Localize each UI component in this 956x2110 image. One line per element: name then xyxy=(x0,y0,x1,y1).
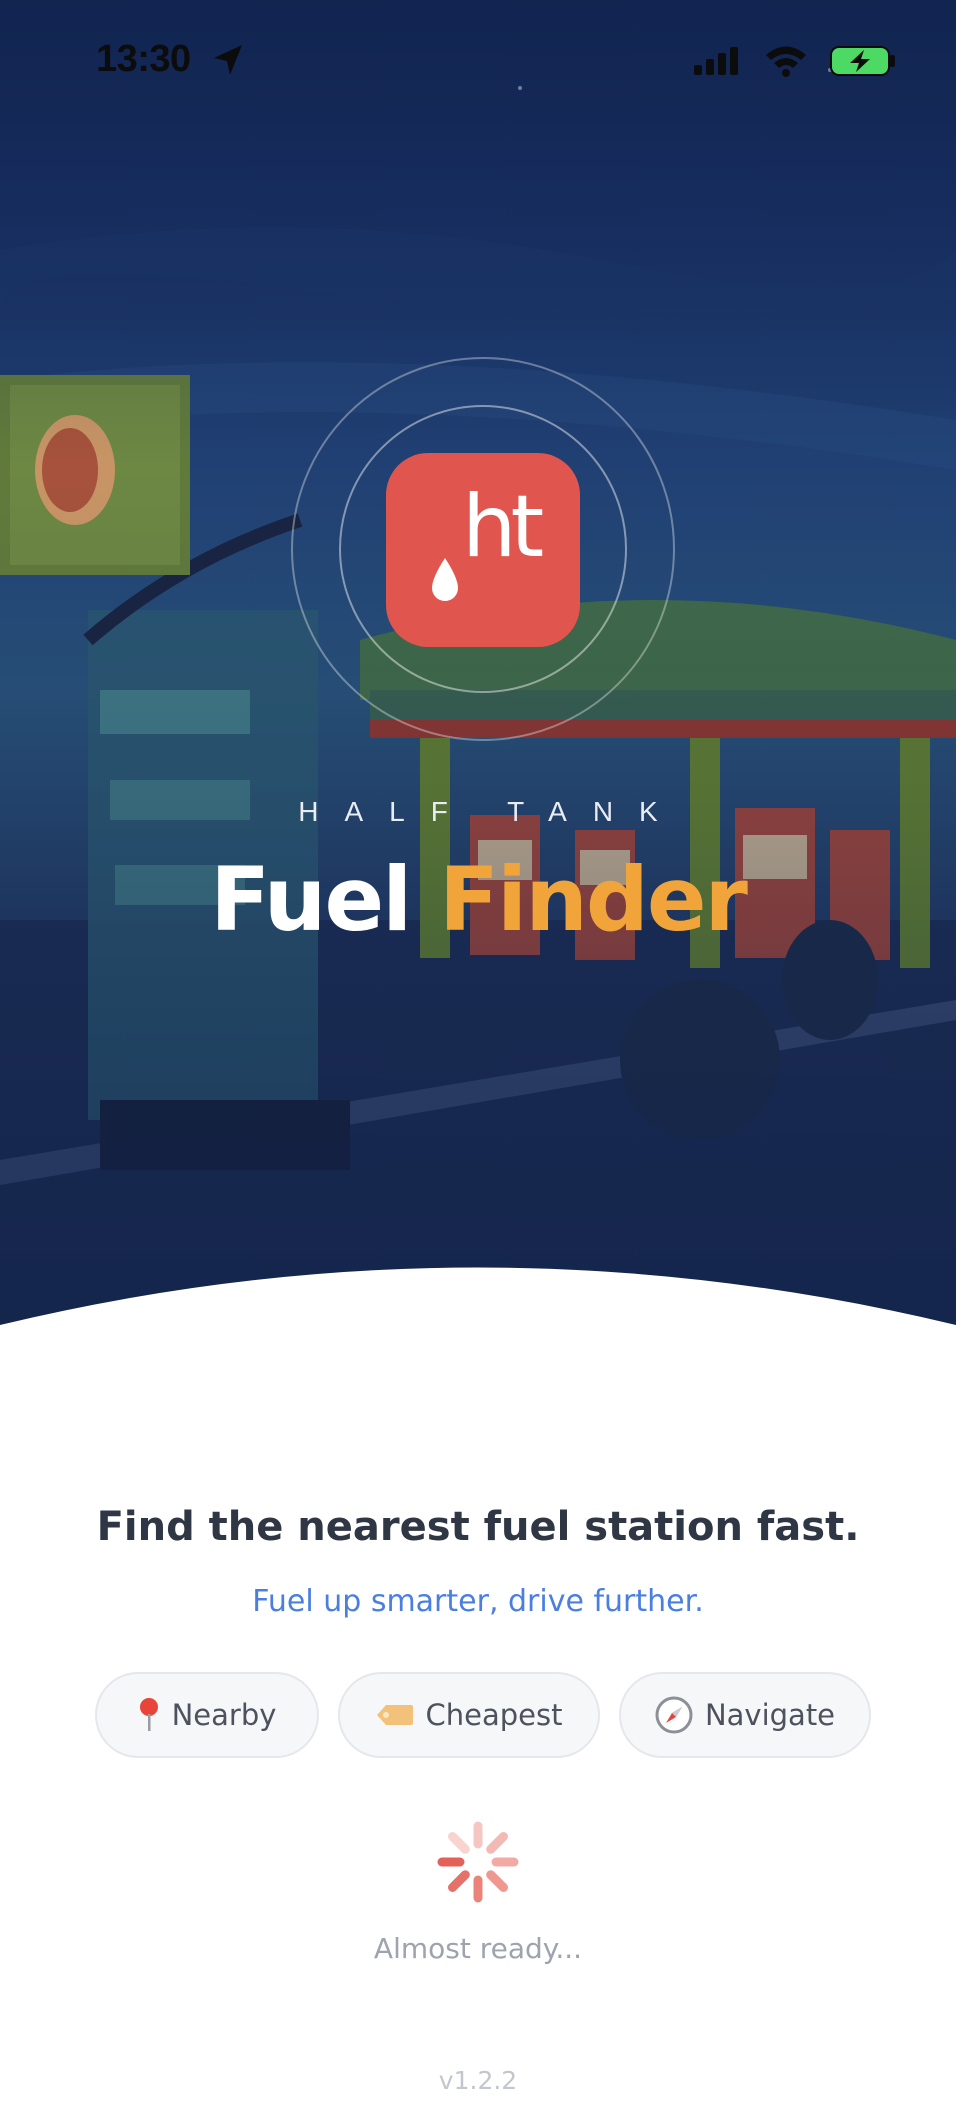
location-arrow-icon xyxy=(214,45,242,75)
version-label: v1.2.2 xyxy=(438,2066,518,2095)
status-indicators xyxy=(692,44,896,78)
loading-text: Almost ready... xyxy=(373,1932,583,1965)
app-title-word-2: Finder xyxy=(438,848,748,951)
chip-label: Cheapest xyxy=(425,1698,563,1732)
logo-text: ht xyxy=(462,477,544,577)
cellular-signal-icon xyxy=(694,47,738,75)
spinner-icon xyxy=(437,1821,519,1903)
headline: Find the nearest fuel station fast. xyxy=(96,1504,860,1550)
chip-nearby[interactable]: Nearby xyxy=(95,1672,319,1758)
status-time: 13:30 xyxy=(96,38,191,80)
brand-subtitle: HALF TANK xyxy=(298,796,684,827)
compass-icon xyxy=(655,1696,693,1734)
chip-label: Navigate xyxy=(704,1698,836,1732)
splash-screen: 13:30 ht HALF TANK Fuel Finder Find the … xyxy=(0,0,956,2110)
chip-cheapest[interactable]: Cheapest xyxy=(338,1672,600,1758)
app-title-word-1: Fuel xyxy=(210,848,412,951)
chip-label: Nearby xyxy=(171,1698,277,1732)
price-tag-icon xyxy=(376,1705,413,1725)
wifi-icon xyxy=(766,46,806,77)
tagline: Fuel up smarter, drive further. xyxy=(252,1584,704,1619)
app-title: Fuel Finder xyxy=(0,851,956,949)
fuel-drop-icon xyxy=(432,558,458,601)
hero-curve xyxy=(0,1267,956,1330)
battery-charging-icon xyxy=(830,46,895,76)
chip-navigate[interactable]: Navigate xyxy=(619,1672,871,1758)
pin-icon xyxy=(139,1698,158,1731)
